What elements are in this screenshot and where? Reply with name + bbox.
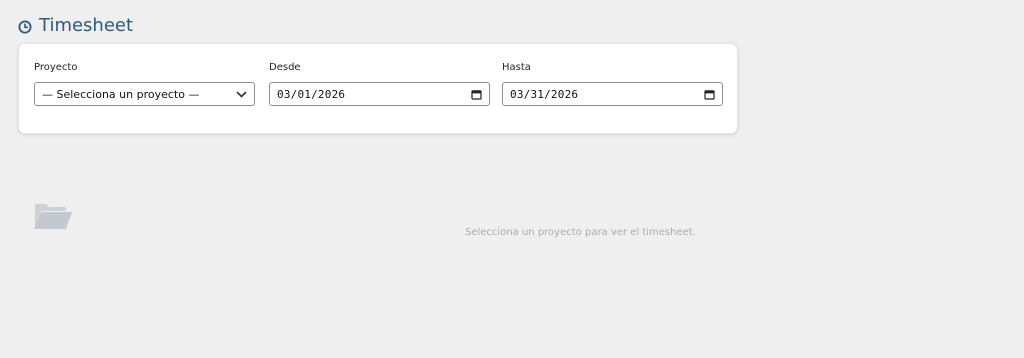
clock-icon [18,19,32,33]
calendar-icon[interactable] [704,89,715,100]
from-field: Desde 03/01/2026 [269,61,490,106]
to-date-input[interactable]: 03/31/2026 [502,82,723,106]
empty-state-message: Selecciona un proyecto para ver el times… [465,227,696,238]
to-label: Hasta [502,62,531,73]
project-select[interactable]: — Selecciona un proyecto — [34,82,255,106]
from-label: Desde [269,62,301,73]
to-field: Hasta 03/31/2026 [502,61,723,106]
from-date-value: 03/01/2026 [277,87,346,101]
filter-card: Proyecto — Selecciona un proyecto — Desd… [18,43,738,134]
to-date-value: 03/31/2026 [510,87,579,101]
page-header: Timesheet [18,15,133,36]
project-select-value: — Selecciona un proyecto — [42,87,200,101]
chevron-down-icon [236,89,247,100]
calendar-icon[interactable] [471,89,482,100]
folder-open-icon [33,201,73,230]
project-field: Proyecto — Selecciona un proyecto — [34,61,255,106]
project-label: Proyecto [34,62,78,73]
from-date-input[interactable]: 03/01/2026 [269,82,490,106]
page-title: Timesheet [39,15,134,36]
